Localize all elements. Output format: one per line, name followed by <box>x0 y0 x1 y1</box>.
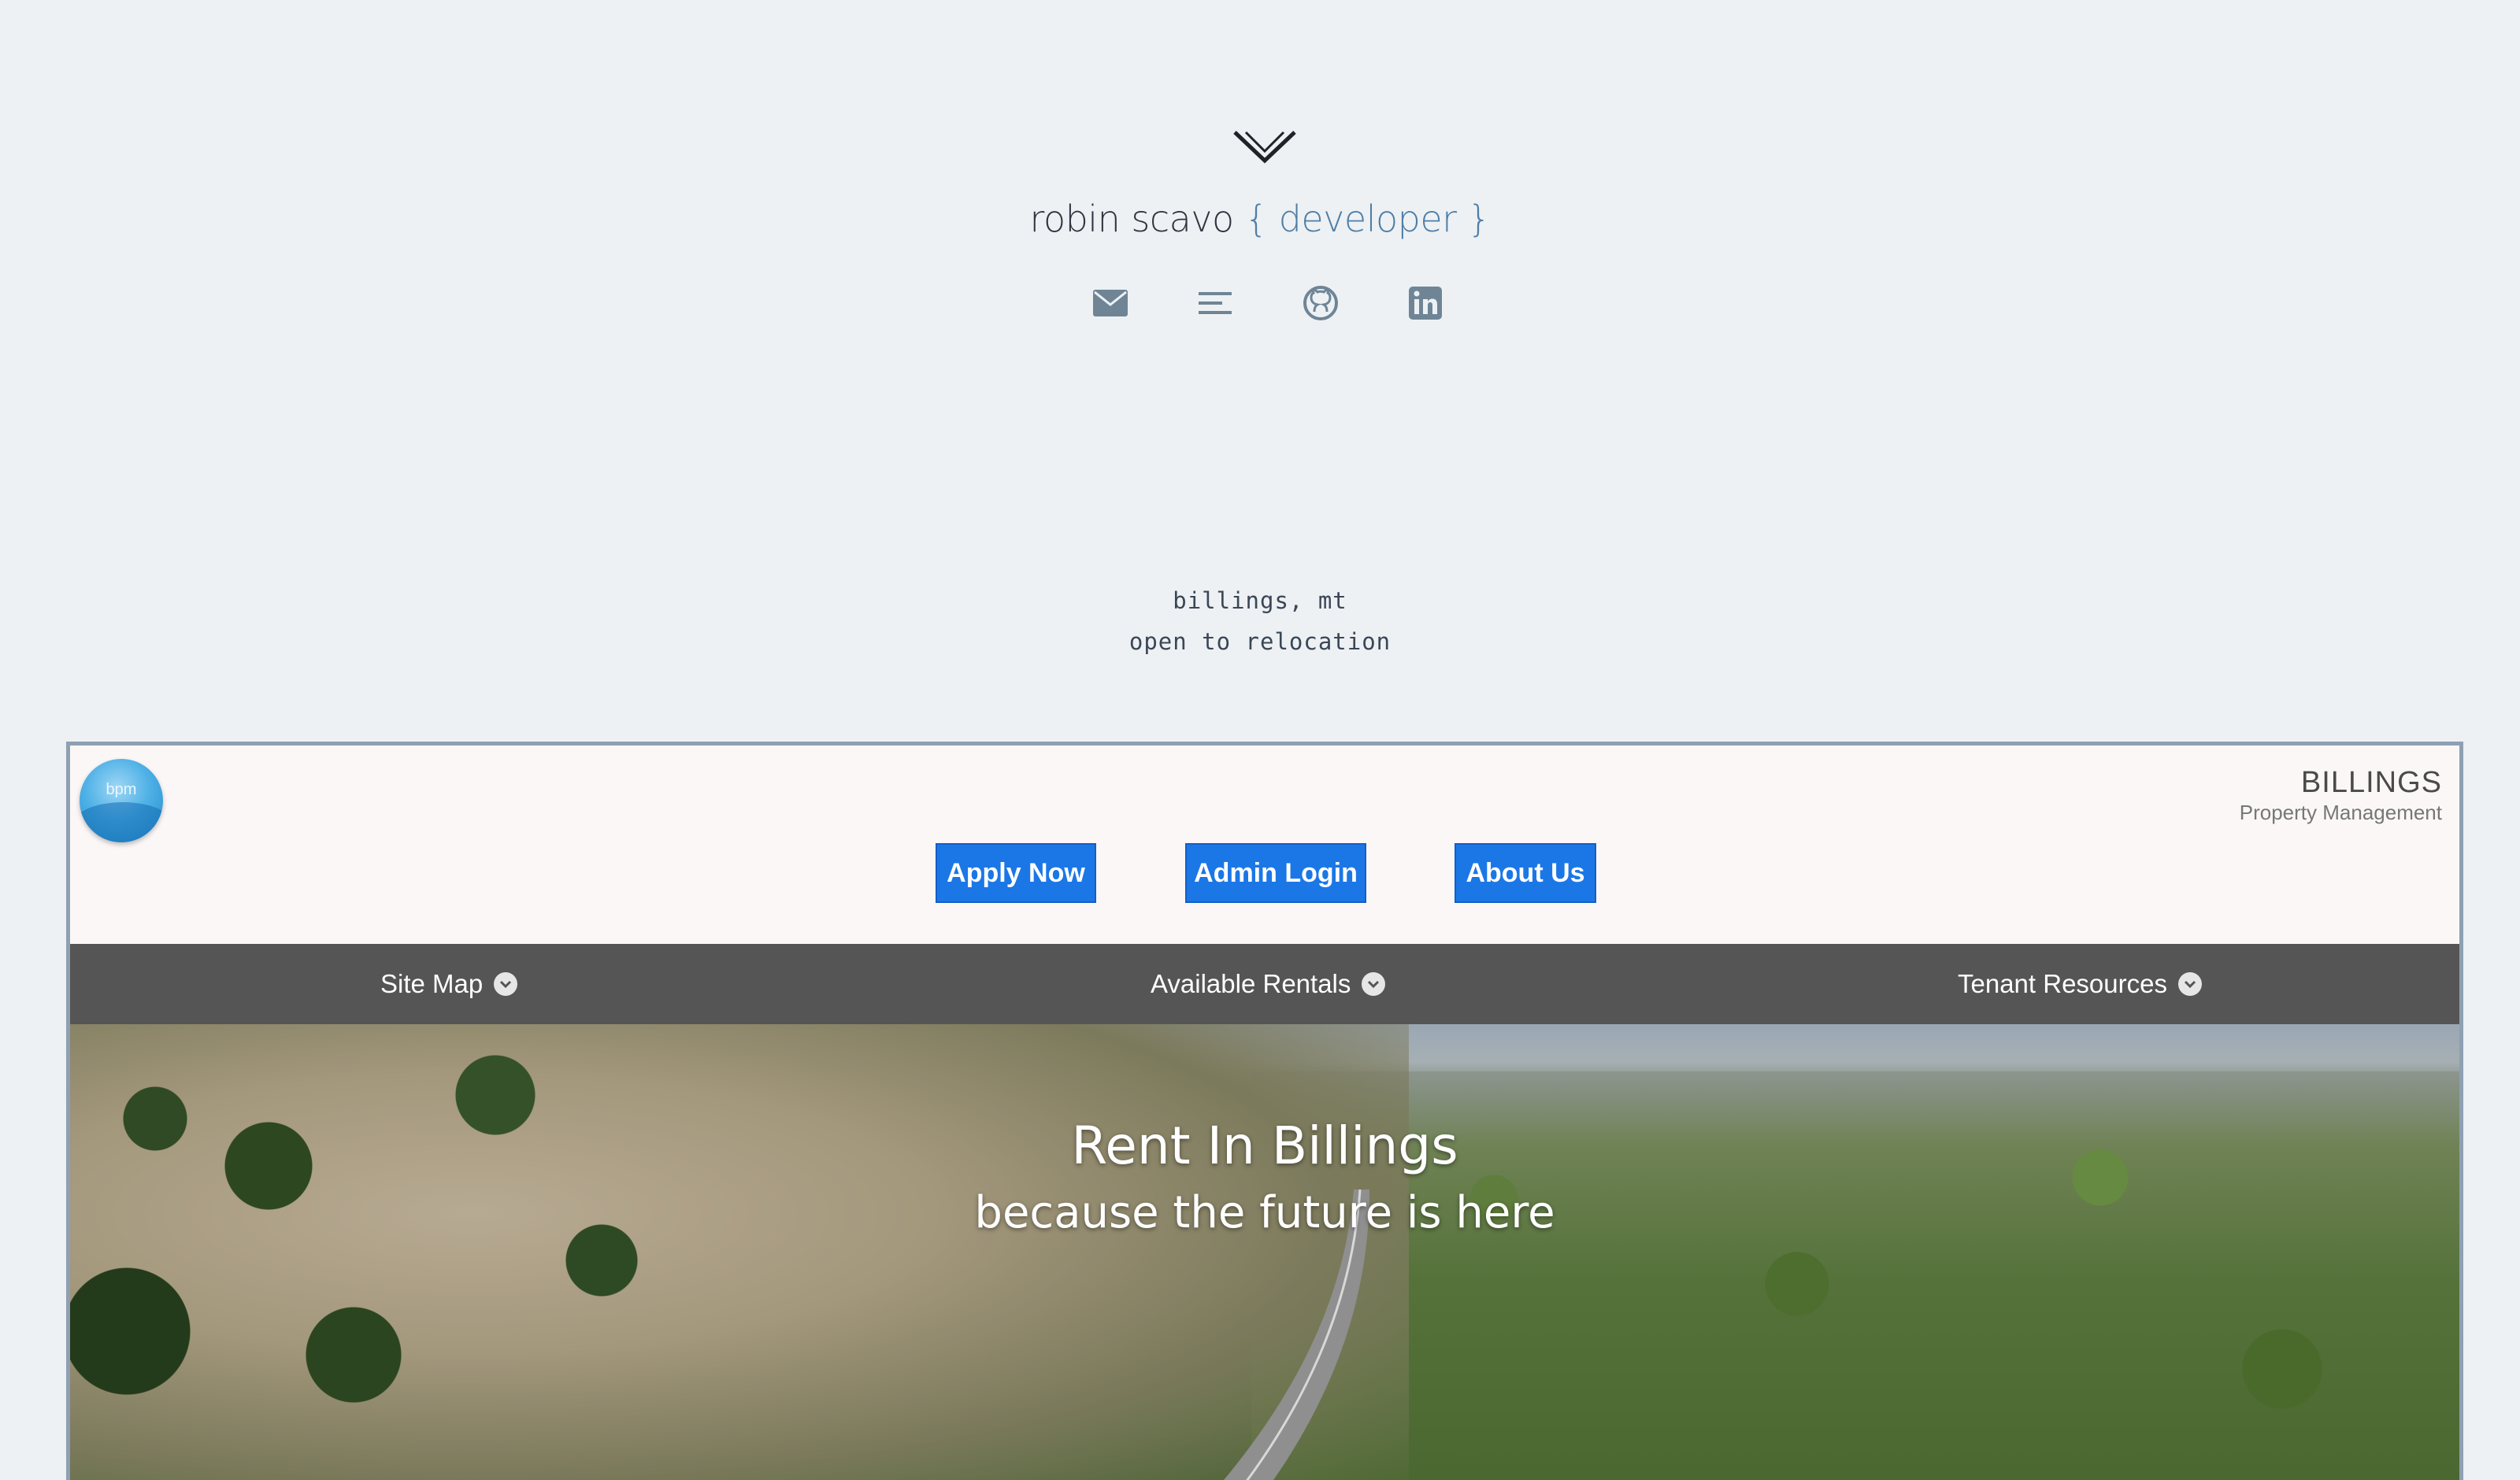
site-nav: Site Map Available Rentals Tenant Resour… <box>70 944 2459 1024</box>
brand-subtitle: Property Management <box>2239 801 2442 824</box>
nav-item-available-rentals[interactable]: Available Rentals <box>1151 944 1386 1024</box>
hero-title: Rent In Billings <box>1071 1116 1458 1176</box>
nav-item-site-map[interactable]: Site Map <box>380 944 518 1024</box>
project-preview[interactable]: bpm BILLINGS Property Management Apply N… <box>66 742 2463 1480</box>
github-icon[interactable] <box>1297 279 1344 327</box>
chevron-circle-icon <box>494 972 518 996</box>
hero-subtitle: because the future is here <box>974 1187 1555 1238</box>
nav-label: Available Rentals <box>1151 969 1351 998</box>
site-header: bpm BILLINGS Property Management Apply N… <box>70 746 2459 944</box>
apply-now-button[interactable]: Apply Now <box>936 843 1096 903</box>
nav-item-tenant-resources[interactable]: Tenant Resources <box>1958 944 2202 1024</box>
menu-lines-icon[interactable] <box>1191 279 1239 327</box>
developer-name: robin scavo <box>1029 198 1235 240</box>
location-city: billings, mt <box>1173 587 1347 614</box>
page-title: robin scavo { developer } <box>0 189 2520 249</box>
brand-block: BILLINGS Property Management <box>2240 766 2442 826</box>
hero-trees-image <box>70 1024 779 1480</box>
about-us-button[interactable]: About Us <box>1455 843 1596 903</box>
chevron-circle-icon <box>2177 972 2202 996</box>
developer-role: { developer } <box>1244 198 1491 240</box>
relocation-note: open to relocation <box>1128 628 1392 655</box>
hero-banner: Rent In Billings because the future is h… <box>70 1024 2459 1480</box>
chevron-down-icon[interactable] <box>1232 128 1298 167</box>
brand-name: BILLINGS <box>2300 766 2442 799</box>
nav-label: Tenant Resources <box>1958 969 2167 998</box>
bpm-logo[interactable]: bpm <box>80 759 163 842</box>
chevron-circle-icon <box>1362 972 1386 996</box>
envelope-icon[interactable] <box>1087 279 1134 327</box>
nav-label: Site Map <box>380 969 484 998</box>
admin-login-button[interactable]: Admin Login <box>1185 843 1366 903</box>
location-info: billings, mt open to relocation <box>0 580 2520 662</box>
logo-text: bpm <box>106 781 137 798</box>
social-links <box>1087 279 1449 327</box>
linkedin-icon[interactable] <box>1402 279 1449 327</box>
